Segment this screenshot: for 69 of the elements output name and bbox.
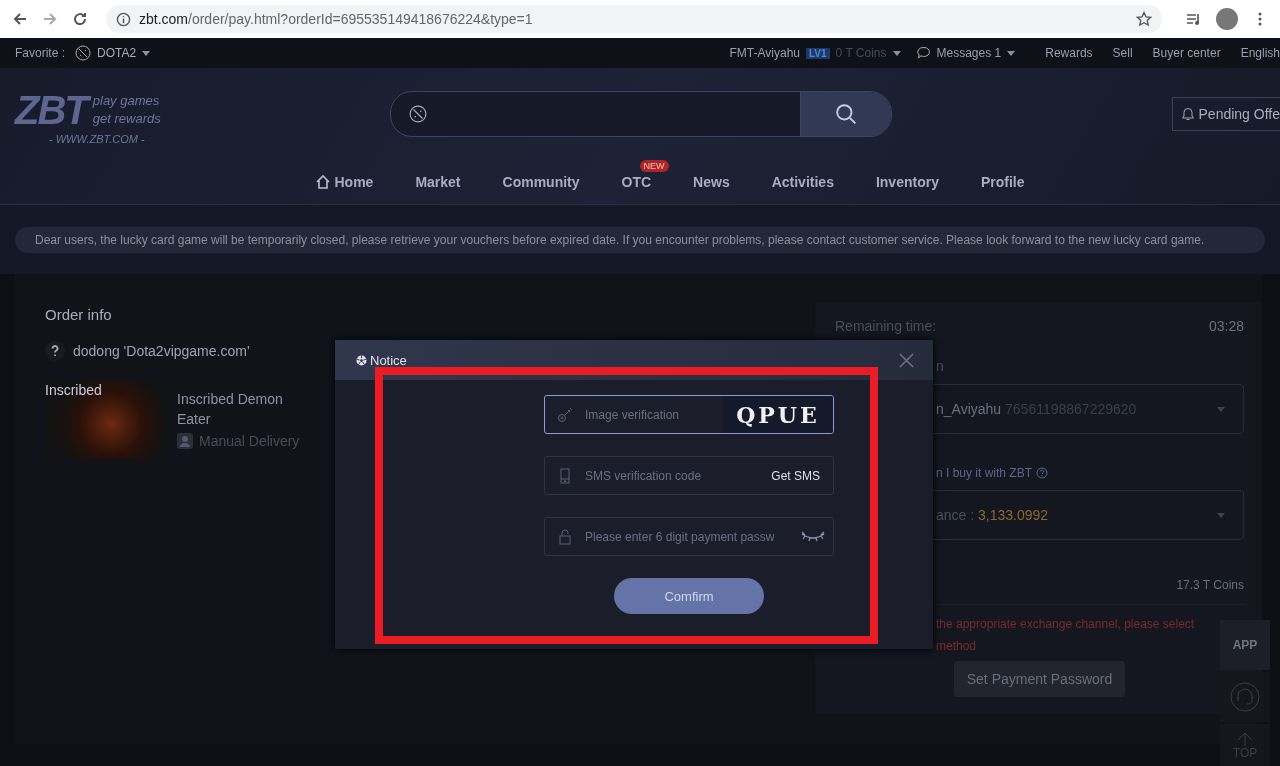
app-download-button[interactable]: APP bbox=[1220, 620, 1270, 670]
avatar[interactable] bbox=[1216, 8, 1238, 30]
favorite-label: Favorite : bbox=[15, 46, 65, 60]
warning-text: the appropriate exchange channel, please select method bbox=[936, 616, 1195, 655]
item-name: Inscribed Demon Eater bbox=[177, 390, 284, 429]
remaining-time-label: Remaining time: bbox=[835, 318, 937, 334]
closed-eye-icon[interactable] bbox=[801, 530, 825, 543]
headset-icon bbox=[1230, 682, 1260, 712]
text-input[interactable]: Please enter 6 digit payment passw bbox=[585, 529, 797, 544]
close-icon[interactable] bbox=[899, 352, 914, 368]
input-field[interactable]: Please enter 6 digit payment passw bbox=[544, 517, 834, 556]
nav-tab[interactable]: Community bbox=[502, 174, 580, 190]
arrow-up-icon bbox=[1235, 732, 1255, 746]
reload-icon[interactable] bbox=[72, 11, 88, 27]
caret-icon bbox=[142, 50, 151, 56]
item-tag: Inscribed bbox=[45, 382, 102, 398]
home-icon bbox=[315, 174, 332, 190]
key-icon bbox=[557, 406, 573, 423]
search-button[interactable] bbox=[801, 92, 891, 136]
input-field[interactable]: Image verification QPUE bbox=[544, 395, 834, 434]
caret-icon bbox=[1217, 406, 1225, 412]
payment-question: n I buy it with ZBT bbox=[936, 466, 1033, 480]
remaining-time: 03:28 bbox=[1208, 318, 1244, 334]
top-link[interactable]: Sell bbox=[1112, 46, 1133, 60]
pending-offer-button[interactable]: Pending Offe bbox=[1171, 97, 1280, 131]
phone-icon bbox=[557, 467, 573, 484]
info-icon bbox=[116, 11, 131, 27]
game-logo-icon[interactable] bbox=[409, 105, 427, 123]
new-badge: NEW bbox=[639, 160, 669, 172]
nav-tab[interactable]: Inventory bbox=[875, 174, 939, 190]
username[interactable]: FMT-Aviyahu bbox=[729, 46, 800, 60]
messages-link[interactable]: Messages 1 bbox=[936, 46, 1002, 60]
nav-tab[interactable]: OTC bbox=[621, 174, 652, 190]
top-link[interactable]: Rewards bbox=[1045, 46, 1093, 60]
caret-icon bbox=[892, 50, 901, 56]
logo-tagline: play games get rewards bbox=[92, 92, 161, 128]
nav-tab[interactable]: Activities bbox=[771, 174, 834, 190]
address-bar[interactable]: zbt.com/order/pay.html?orderId=695535149418676224&type=1 bbox=[106, 5, 1162, 33]
top-link[interactable]: Buyer center bbox=[1152, 46, 1221, 60]
delivery-type: Manual Delivery bbox=[199, 433, 300, 449]
input-field[interactable]: SMS verification code Get SMS bbox=[544, 456, 834, 495]
search-icon bbox=[835, 103, 857, 125]
url-text: zbt.com/order/pay.html?orderId=695535149418676224&type=1 bbox=[139, 11, 534, 27]
caret-icon bbox=[1217, 512, 1225, 518]
top-link[interactable]: English bbox=[1240, 46, 1280, 60]
dialog-title: Notice bbox=[356, 352, 407, 368]
caret-icon bbox=[1007, 50, 1016, 56]
nav-tab[interactable]: News bbox=[693, 174, 730, 190]
back-icon[interactable] bbox=[12, 11, 28, 27]
star-icon[interactable] bbox=[1136, 11, 1152, 27]
order-title: Order info bbox=[45, 306, 113, 323]
lock-icon bbox=[557, 528, 573, 545]
get-sms-link[interactable]: Get SMS bbox=[771, 468, 820, 483]
playlist-icon[interactable] bbox=[1186, 11, 1202, 27]
seller-name: dodong 'Dota2vipgame.com' bbox=[73, 343, 250, 359]
nav-tab[interactable]: Home bbox=[315, 174, 374, 190]
game-selector[interactable]: DOTA2 bbox=[97, 46, 137, 60]
nav-tab[interactable]: Profile bbox=[980, 174, 1025, 190]
announcement-text: Dear users, the lucky card game will be temporarily closed, please retrieve your vouchers before expired date. If you encounter problems, please contact customer service. Please look forward to the new lucky card game. bbox=[35, 233, 1205, 247]
nav-tab[interactable]: Market bbox=[415, 174, 461, 190]
level-badge: LV1 bbox=[806, 47, 830, 59]
bell-icon bbox=[1180, 107, 1195, 121]
text-input[interactable]: SMS verification code bbox=[585, 468, 772, 483]
chat-icon bbox=[916, 46, 931, 60]
game-logo-icon bbox=[75, 45, 91, 61]
captcha-image[interactable]: QPUE bbox=[723, 396, 833, 433]
site-address: - WWW.ZBT.COM - bbox=[49, 132, 146, 145]
person-icon bbox=[177, 433, 193, 449]
text-input[interactable]: Image verification bbox=[585, 407, 723, 422]
